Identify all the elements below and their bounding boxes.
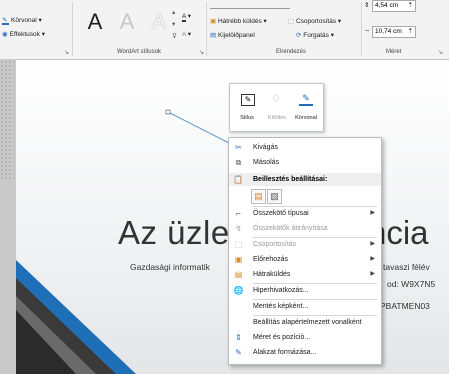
size-group-label: Méret	[386, 49, 402, 55]
send-backward-button[interactable]: ▣ Hátrébb küldés ▾	[210, 17, 267, 25]
submenu-arrow-icon: ▶	[370, 241, 375, 247]
wordart-more-icon[interactable]: ⊽	[172, 32, 177, 40]
wordart-scroll-down-icon[interactable]: ▾	[172, 20, 175, 28]
slide-subtitle-right-3: PBATMEN03	[380, 301, 430, 311]
bring-forward-cut	[210, 4, 290, 10]
slide-subtitle-right-2: od: W9X7N5	[387, 279, 436, 289]
mini-toolbar: ✎ Stílus ♢ Kitöltés ✎ Körvonal	[229, 83, 324, 132]
context-menu: ✂ Kivágás ⧉ Másolás 📋 Beillesztés beállítás…	[228, 137, 382, 365]
fill-bucket-icon: ♢	[271, 93, 281, 105]
shape-outline-button[interactable]: ✎ Körvonal ▾	[2, 16, 42, 25]
rotate-icon: ⟳	[296, 32, 302, 39]
connector-type-icon: ⌐	[236, 209, 241, 218]
menu-item-bring-to-front[interactable]: ▣ Előrehozás ▶	[229, 253, 381, 266]
send-to-back-icon: ▤	[234, 270, 243, 279]
height-icon: ⇕	[364, 2, 370, 9]
submenu-arrow-icon: ▶	[370, 210, 375, 216]
menu-item-cut[interactable]: ✂ Kivágás	[229, 141, 381, 154]
copy-icon: ⧉	[235, 158, 242, 167]
menu-item-connector-types[interactable]: ⌐ Összekötő típusai ▶	[229, 207, 381, 220]
arrange-group-label: Elrendezés	[276, 49, 307, 55]
outline-pen-icon: ✎	[299, 92, 313, 106]
menu-item-hyperlink[interactable]: 🌐 Hiperhivatkozás...	[229, 284, 381, 297]
wordart-group-label: WordArt stílusok	[117, 49, 161, 55]
text-outline-icon: A	[182, 31, 186, 38]
style-brush-icon: ✎	[241, 94, 255, 106]
menu-item-set-default-line[interactable]: Beállítás alapértelmezett vonalként	[229, 316, 381, 329]
size-position-icon: ⇕	[235, 333, 242, 342]
paste-options-header: 📋 Beillesztés beállításai:	[229, 173, 381, 186]
slide-title-left: Az üzlet	[118, 214, 240, 251]
menu-item-group: ⬚ Csoportosítás ▶	[234, 240, 375, 249]
mini-style-button[interactable]: ✎ Stílus	[233, 88, 261, 128]
mini-outline-button[interactable]: ✎ Körvonal	[292, 88, 320, 128]
text-fill-button[interactable]: A ▾	[182, 12, 191, 22]
spinner-arrows-icon[interactable]: ⇡	[408, 27, 413, 37]
menu-item-format-shape[interactable]: ✎ Alakzat formázása...	[229, 346, 381, 359]
scissors-icon: ✂	[235, 143, 242, 152]
rotate-button[interactable]: ⟳ Forgatás ▾	[296, 31, 334, 39]
paste-keep-formatting-icon[interactable]: ▤	[251, 189, 266, 204]
wordart-style-outline[interactable]: A	[148, 9, 170, 35]
wordart-style-light[interactable]: A	[116, 9, 138, 35]
connector-handle[interactable]	[165, 109, 171, 115]
wordart-scroll-up-icon[interactable]: ▴	[172, 8, 175, 16]
size-launcher-icon[interactable]: ↘	[438, 49, 443, 56]
mini-fill-button[interactable]: ♢ Kitöltés	[263, 88, 291, 128]
reroute-icon: ↯	[235, 224, 242, 233]
submenu-arrow-icon: ▶	[370, 271, 375, 277]
send-backward-icon: ▣	[210, 18, 217, 25]
outline-pen-icon: ✎	[2, 17, 9, 25]
selection-pane-button[interactable]: ▤ Kijelölőpanel	[210, 31, 255, 39]
group-separator	[361, 2, 362, 56]
group-separator	[72, 2, 73, 56]
spinner-arrows-icon[interactable]: ⇡	[408, 1, 413, 11]
slide-subtitle-left: Gazdasági informatik	[130, 262, 210, 272]
group-icon: ⬚	[234, 240, 243, 249]
format-shape-icon: ✎	[235, 348, 242, 357]
text-fill-icon: A	[182, 13, 186, 22]
hyperlink-globe-icon: 🌐	[233, 286, 244, 295]
width-icon: ⇔	[364, 27, 371, 34]
shape-width-input[interactable]: 10,74 cm ⇡	[372, 26, 416, 38]
group-button[interactable]: ⬚ Csoportosítás ▾	[288, 17, 341, 25]
bring-to-front-icon: ▣	[234, 255, 243, 264]
slide-subtitle-right-1: tavaszi félév	[383, 262, 430, 272]
paste-as-picture-icon[interactable]: ▧	[267, 189, 282, 204]
ribbon: ✎ Körvonal ▾ ◉ Effektusok ▾ ↘ A A A ▴ ▾ ⊽ …	[0, 0, 449, 60]
wordart-style-dark[interactable]: A	[84, 9, 106, 35]
shape-effects-button[interactable]: ◉ Effektusok ▾	[2, 30, 45, 38]
submenu-arrow-icon: ▶	[370, 256, 375, 262]
shape-styles-launcher-icon[interactable]: ↘	[64, 49, 69, 56]
effects-icon: ◉	[2, 31, 8, 38]
selected-connector-line[interactable]	[167, 111, 230, 144]
text-outline-button[interactable]: A ▾	[182, 30, 191, 38]
paste-icon: 📋	[233, 175, 243, 184]
thumbnail-pane-edge	[0, 60, 14, 180]
selection-pane-icon: ▤	[210, 32, 217, 39]
menu-item-save-as-picture[interactable]: Mentés képként...	[229, 300, 381, 313]
menu-item-copy[interactable]: ⧉ Másolás	[229, 156, 381, 169]
menu-item-size-and-position[interactable]: ⇕ Méret és pozíció...	[229, 331, 381, 344]
shape-height-input[interactable]: 4,54 cm ⇡	[372, 0, 416, 12]
menu-item-send-to-back[interactable]: ▤ Hátraküldés ▶	[229, 268, 381, 281]
wordart-launcher-icon[interactable]: ↘	[199, 49, 204, 56]
group-separator	[206, 2, 207, 56]
menu-item-reroute-connectors: ↯ Összekötők átirányítása	[229, 222, 381, 235]
group-icon: ⬚	[288, 18, 295, 25]
